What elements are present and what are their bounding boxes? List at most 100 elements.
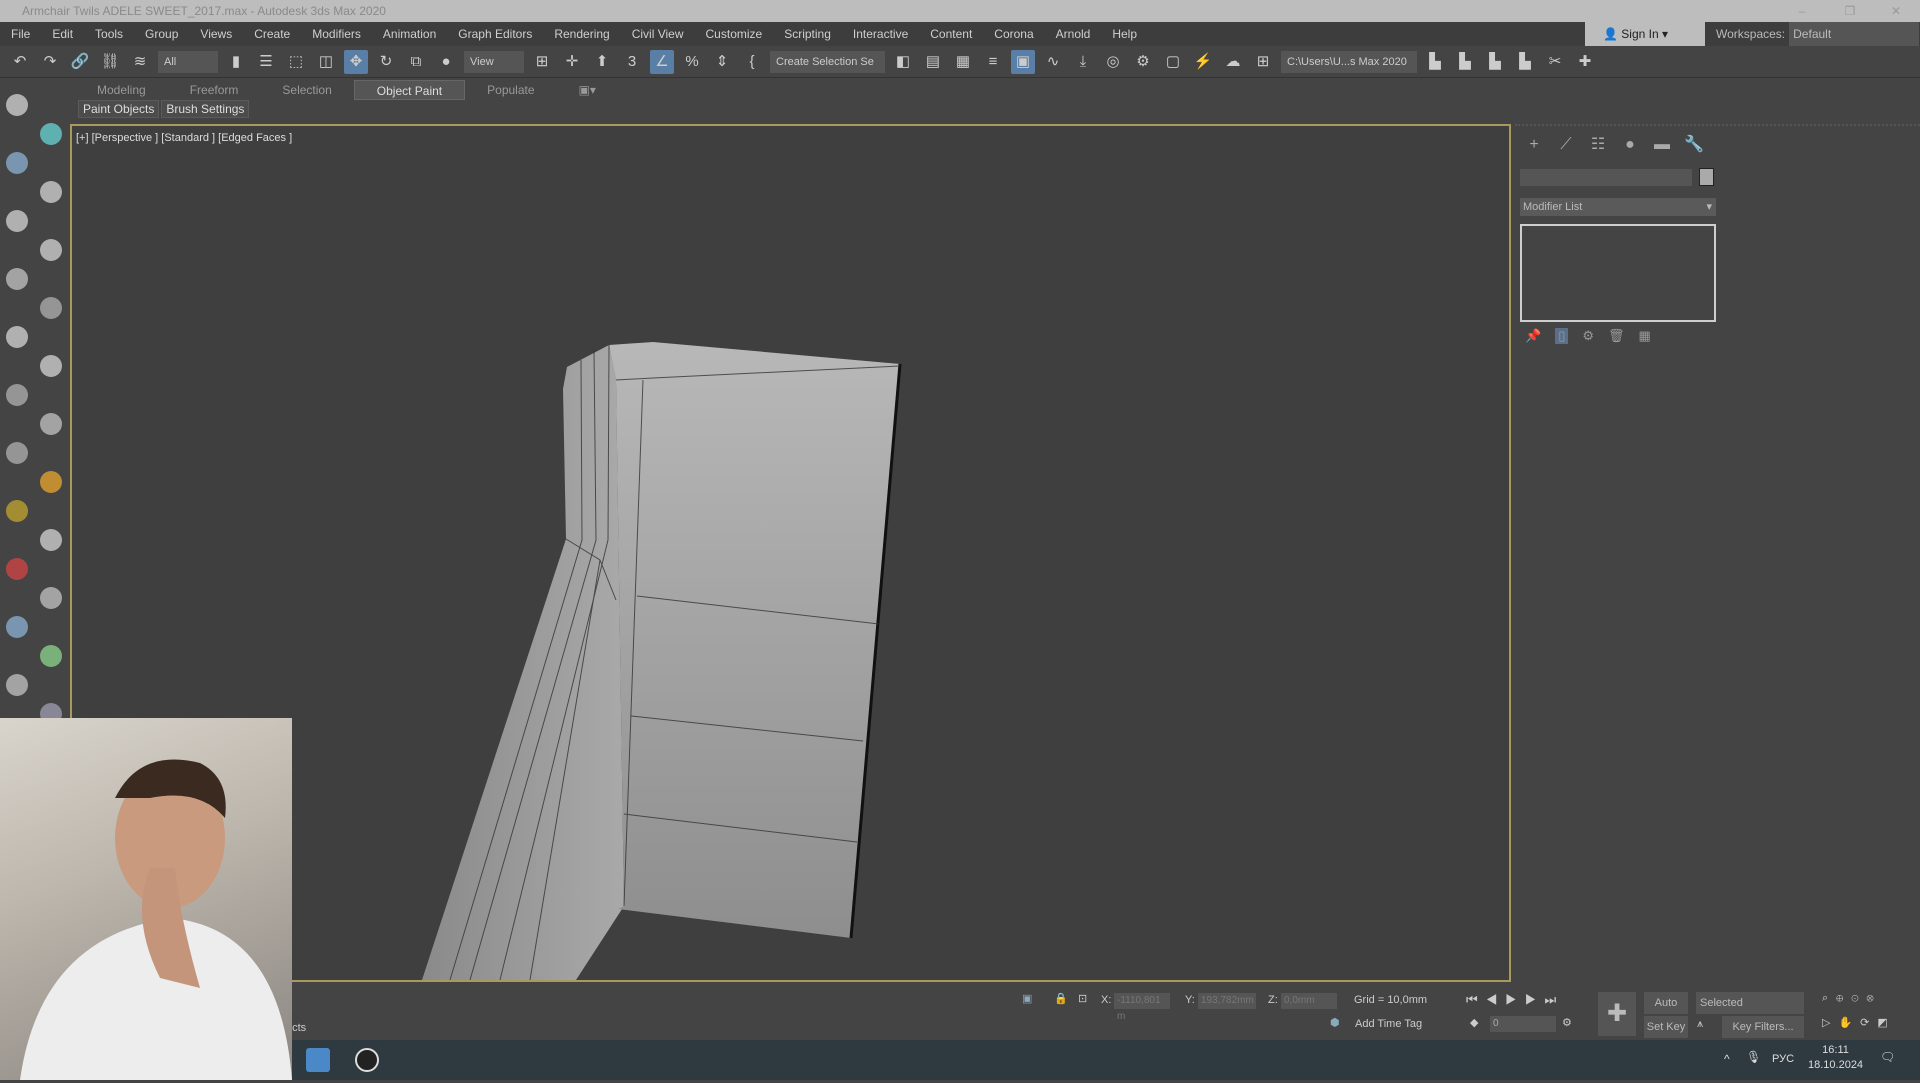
align-icon[interactable]: ▤: [921, 50, 945, 74]
compound-icon[interactable]: [40, 355, 62, 377]
z-coord-field[interactable]: 0,0mm: [1281, 993, 1337, 1009]
camera-icon[interactable]: [6, 152, 28, 174]
menu-corona[interactable]: Corona: [983, 27, 1044, 41]
set-keys-icon[interactable]: ✚: [1598, 992, 1636, 1036]
layer-explorer-icon[interactable]: ≡: [981, 50, 1005, 74]
notifications-icon[interactable]: 🗨: [1880, 1050, 1895, 1064]
make-unique-icon[interactable]: ⚙: [1582, 328, 1594, 344]
ribbon-tab-freeform[interactable]: Freeform: [168, 80, 261, 100]
menu-tools[interactable]: Tools: [84, 27, 134, 41]
paint-icon[interactable]: [6, 558, 28, 580]
pivot-icon[interactable]: ⊞: [530, 50, 554, 74]
menu-help[interactable]: Help: [1101, 27, 1148, 41]
microphone-icon[interactable]: 🎙: [1746, 1050, 1761, 1064]
render-icon[interactable]: ⚡: [1191, 50, 1215, 74]
redo-icon[interactable]: ↷: [38, 50, 62, 74]
scale-icon[interactable]: ⧉: [404, 50, 428, 74]
particles-icon[interactable]: [6, 326, 28, 348]
current-frame-field[interactable]: 0: [1490, 1016, 1556, 1032]
teapot-icon[interactable]: [6, 94, 28, 116]
language-indicator[interactable]: РУС: [1772, 1053, 1794, 1065]
select-by-name-icon[interactable]: ☰: [254, 50, 278, 74]
link-icon[interactable]: 🔗: [68, 50, 92, 74]
biped-icon[interactable]: [6, 616, 28, 638]
object-color-swatch[interactable]: [1699, 168, 1714, 186]
pin-stack-icon[interactable]: 📌: [1525, 328, 1541, 344]
snaps-icon[interactable]: 3: [620, 50, 644, 74]
auto-key-button[interactable]: Auto Key: [1644, 992, 1688, 1031]
restore-button[interactable]: ❐: [1830, 0, 1870, 22]
grass-icon[interactable]: [6, 674, 28, 696]
place-icon[interactable]: ●: [434, 50, 458, 74]
ribbon-tab-populate[interactable]: Populate: [465, 80, 556, 100]
ribbon-options-icon[interactable]: ▣▾: [557, 80, 618, 100]
create-tab-icon[interactable]: +: [1523, 134, 1545, 156]
brush-settings-button[interactable]: Brush Settings: [161, 100, 250, 118]
render-cloud-icon[interactable]: ☁: [1221, 50, 1245, 74]
set-key-button[interactable]: Set Key: [1644, 1016, 1688, 1038]
tray-chevron-icon[interactable]: ^: [1724, 1052, 1730, 1066]
helper-icon[interactable]: [40, 181, 62, 203]
light-icon[interactable]: [40, 123, 62, 145]
key-mode-dropdown[interactable]: Selected: [1696, 992, 1804, 1014]
manipulate-icon[interactable]: ✛: [560, 50, 584, 74]
move-icon[interactable]: ✥: [344, 49, 368, 74]
viewport-nav-controls[interactable]: ⌕⊕⊙⊗: [1822, 992, 1882, 1005]
project-tree-icon[interactable]: ▙: [1483, 50, 1507, 74]
add-icon[interactable]: ✚: [1573, 50, 1597, 74]
keyboard-shortcut-icon[interactable]: ⬆: [590, 50, 614, 74]
spinner-snap-icon[interactable]: ⇕: [710, 50, 734, 74]
project-icon[interactable]: ▙: [1423, 50, 1447, 74]
window-crossing-icon[interactable]: ◫: [314, 50, 338, 74]
angle-snap-icon[interactable]: ∠: [650, 49, 674, 74]
transform-gizmo-icon[interactable]: ✂: [1543, 50, 1567, 74]
modify-tab-icon[interactable]: ⟋: [1555, 134, 1577, 156]
obs-app-icon[interactable]: [355, 1048, 379, 1072]
hair-icon[interactable]: [40, 529, 62, 551]
project-tree2-icon[interactable]: ▙: [1513, 50, 1537, 74]
menu-customize[interactable]: Customize: [695, 27, 774, 41]
close-button[interactable]: ✕: [1876, 0, 1916, 22]
selection-set-dropdown[interactable]: Create Selection Se: [770, 50, 885, 73]
bone-icon[interactable]: [40, 587, 62, 609]
y-coord-field[interactable]: 193,782mm: [1198, 993, 1256, 1009]
ribbon-toggle-icon[interactable]: ▣: [1011, 49, 1035, 74]
box-icon[interactable]: [40, 413, 62, 435]
gear-icon[interactable]: [40, 645, 62, 667]
menu-animation[interactable]: Animation: [372, 27, 447, 41]
playback-controls[interactable]: ⏮◀▶▶⏭: [1466, 992, 1564, 1008]
modifier-list-dropdown[interactable]: Modifier List ▾: [1520, 198, 1716, 216]
menu-file[interactable]: File: [0, 27, 41, 41]
paint-objects-button[interactable]: Paint Objects: [78, 100, 160, 118]
add-time-tag-button[interactable]: Add Time Tag: [1355, 1018, 1422, 1030]
ribbon-tab-selection[interactable]: Selection: [260, 80, 353, 100]
bind-spacewarp-icon[interactable]: ≋: [128, 50, 152, 74]
menu-group[interactable]: Group: [134, 27, 189, 41]
clock[interactable]: 16:11 18.10.2024: [1808, 1044, 1863, 1071]
named-selection-icon[interactable]: {: [740, 50, 764, 74]
viewport-layout-icon[interactable]: ⊞: [1251, 50, 1275, 74]
show-end-result-icon[interactable]: ▯: [1555, 328, 1569, 344]
menu-interactive[interactable]: Interactive: [842, 27, 919, 41]
selection-filter-dropdown[interactable]: All: [158, 50, 218, 73]
ribbon-tab-modeling[interactable]: Modeling: [75, 80, 168, 100]
mirror-icon[interactable]: ◧: [891, 50, 915, 74]
time-tag-icon[interactable]: ⬢: [1330, 1016, 1340, 1029]
selection-lock-icon[interactable]: ▣: [1022, 992, 1032, 1005]
key-mode-icon[interactable]: ◆: [1470, 1016, 1478, 1029]
render-setup-icon[interactable]: ⚙: [1131, 50, 1155, 74]
schematic-icon[interactable]: ⤓: [1071, 50, 1095, 74]
menu-views[interactable]: Views: [189, 27, 243, 41]
configure-sets-icon[interactable]: ▦: [1639, 328, 1651, 344]
select-object-icon[interactable]: ▮: [224, 50, 248, 74]
menu-content[interactable]: Content: [919, 27, 983, 41]
object-name-input[interactable]: [1520, 169, 1692, 186]
material-editor-icon[interactable]: ◎: [1101, 50, 1125, 74]
undo-icon[interactable]: ↶: [8, 50, 32, 74]
geometry-icon[interactable]: [40, 297, 62, 319]
menu-rendering[interactable]: Rendering: [543, 27, 620, 41]
rect-selection-icon[interactable]: ⬚: [284, 50, 308, 74]
systems-icon[interactable]: [40, 239, 62, 261]
rendered-frame-icon[interactable]: ▢: [1161, 50, 1185, 74]
sign-in-button[interactable]: 👤 Sign In ▾: [1585, 22, 1705, 46]
